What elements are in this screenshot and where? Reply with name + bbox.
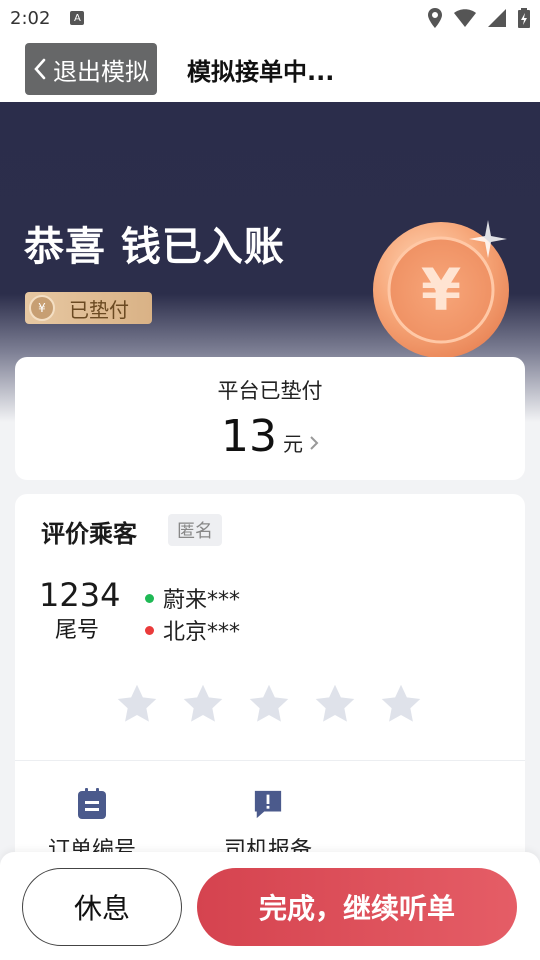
payment-amount: 13 bbox=[221, 411, 277, 462]
payment-label: 平台已垫付 bbox=[217, 379, 323, 403]
a-notification-icon: A bbox=[70, 11, 85, 25]
payment-amount-row[interactable]: 13 元 bbox=[15, 411, 525, 462]
chevron-left-icon bbox=[34, 58, 46, 80]
signal-icon bbox=[488, 9, 506, 27]
star-3-icon[interactable] bbox=[247, 682, 291, 726]
origin-dot-icon bbox=[145, 593, 154, 603]
tail-number-value: 1234 bbox=[39, 576, 121, 614]
trip-route: 蔚来*** 北京*** bbox=[145, 582, 240, 646]
battery-icon bbox=[518, 8, 530, 28]
chevron-right-icon bbox=[310, 436, 319, 450]
driver-report-icon bbox=[254, 790, 282, 819]
tail-number-label: 尾号 bbox=[54, 618, 99, 643]
rest-button[interactable]: 休息 bbox=[22, 868, 182, 946]
status-time: 2:02 bbox=[10, 7, 51, 29]
route-destination: 北京*** bbox=[145, 614, 240, 646]
passenger-tail-number: 1234 尾号 bbox=[39, 576, 121, 644]
route-origin: 蔚来*** bbox=[145, 582, 240, 614]
star-1-icon[interactable] bbox=[115, 682, 159, 726]
bottom-action-bar: 休息 完成，继续听单 bbox=[0, 852, 540, 960]
paid-status-badge: ¥ 已垫付 bbox=[25, 292, 152, 324]
app-header: 退出模拟 模拟接单中... bbox=[0, 36, 540, 102]
route-destination-text: 北京*** bbox=[163, 620, 241, 645]
order-clipboard-icon bbox=[78, 788, 106, 819]
coin-badge-icon: ¥ bbox=[29, 295, 55, 321]
hero-title: 恭喜 钱已入账 bbox=[24, 224, 285, 270]
wifi-icon bbox=[454, 9, 476, 27]
continue-listening-button[interactable]: 完成，继续听单 bbox=[197, 868, 517, 946]
anonymous-badge: 匿名 bbox=[168, 514, 222, 546]
rate-passenger-title: 评价乘客 bbox=[41, 520, 137, 548]
divider bbox=[15, 760, 525, 761]
route-origin-text: 蔚来*** bbox=[163, 588, 241, 613]
star-2-icon[interactable] bbox=[181, 682, 225, 726]
paid-status-label: 已垫付 bbox=[69, 297, 129, 322]
coin-symbol: ¥ bbox=[421, 256, 461, 324]
payment-card[interactable]: 平台已垫付 13 元 bbox=[15, 357, 525, 480]
exit-simulation-label: 退出模拟 bbox=[53, 57, 149, 86]
destination-dot-icon bbox=[145, 625, 154, 635]
star-rating bbox=[115, 682, 423, 726]
star-4-icon[interactable] bbox=[313, 682, 357, 726]
rate-passenger-card: 评价乘客 匿名 1234 尾号 蔚来*** 北京*** 订单编号 司机报备 bbox=[15, 494, 525, 874]
exit-simulation-button[interactable]: 退出模拟 bbox=[25, 43, 157, 95]
payment-unit: 元 bbox=[283, 432, 303, 456]
location-icon bbox=[428, 8, 442, 28]
coin-illustration-icon: ¥ bbox=[373, 220, 509, 358]
status-bar: 2:02 A bbox=[0, 0, 540, 36]
page-title: 模拟接单中... bbox=[187, 57, 335, 86]
star-5-icon[interactable] bbox=[379, 682, 423, 726]
